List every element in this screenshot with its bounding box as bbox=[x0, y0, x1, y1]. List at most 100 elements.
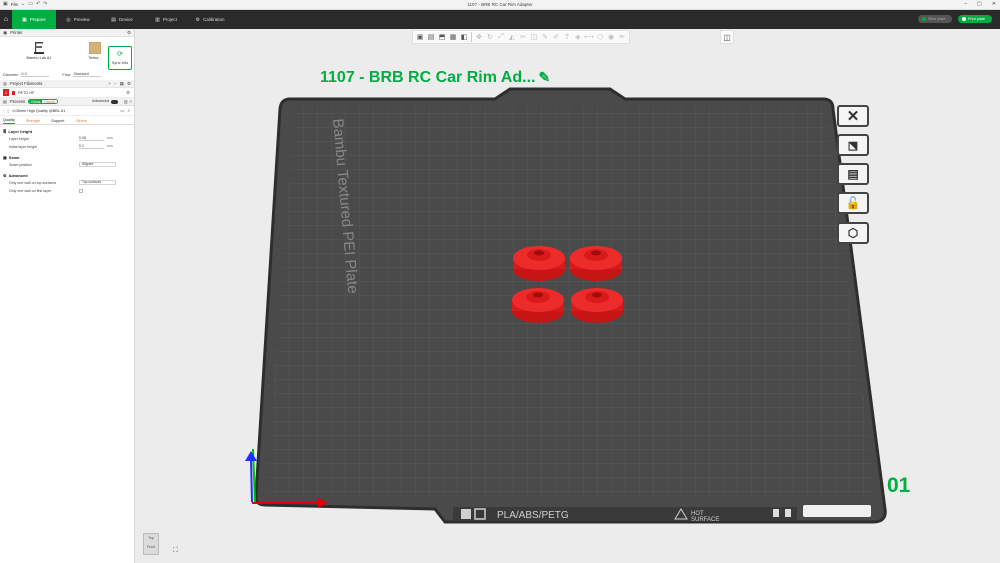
tab-project[interactable]: ▥ Project bbox=[144, 10, 188, 29]
printer-row: Bambu Lab A1 Textur... ⟳ Sync info bbox=[0, 37, 134, 70]
toggle-global[interactable]: Global bbox=[29, 100, 43, 103]
nozzle-diameter-select[interactable]: 0.4 bbox=[21, 72, 50, 77]
tab-others[interactable]: Others bbox=[76, 119, 87, 124]
maximize-icon[interactable]: ▢ bbox=[977, 1, 982, 7]
seam-position-select[interactable]: Aligned bbox=[79, 162, 116, 167]
auto-orient-plate-button[interactable]: ⬔ bbox=[837, 134, 869, 156]
variable-layer-icon[interactable]: ◫ bbox=[720, 30, 734, 44]
build-plate-scene[interactable]: Bambu Textured PEI Plate PLA/ABS/PETG HO… bbox=[135, 29, 1000, 563]
process-preset-select[interactable]: 0.08mm High Quality @BBL A1 bbox=[12, 109, 65, 113]
tab-preview[interactable]: ◎ Preview bbox=[56, 10, 100, 29]
delete-plate-button[interactable]: ✕ bbox=[837, 105, 869, 127]
tab-label: Device bbox=[118, 17, 133, 22]
lay-on-face-icon[interactable]: ◭ bbox=[507, 32, 517, 42]
brush-icon[interactable]: ✏ bbox=[617, 32, 627, 42]
z-axis-line bbox=[250, 458, 253, 503]
support-paint-icon[interactable]: ✎ bbox=[540, 32, 550, 42]
process-list-icon[interactable]: ≡ bbox=[130, 99, 132, 104]
edit-pencil-icon[interactable]: ✎ bbox=[538, 69, 550, 85]
rim-adapter-3[interactable] bbox=[512, 288, 564, 323]
compare-icon[interactable]: ▥ bbox=[124, 99, 128, 104]
view-cube-front[interactable]: Front bbox=[144, 545, 158, 549]
printer-section-header: ▣ Printer ⚙ bbox=[0, 29, 134, 37]
move-icon[interactable]: ✥ bbox=[474, 32, 484, 42]
plate-type-select[interactable]: Textur... bbox=[82, 40, 108, 66]
filament-item[interactable]: 1 PETG HF ⚙ bbox=[0, 88, 134, 98]
printer-select[interactable]: Bambu Lab A1 bbox=[26, 40, 52, 66]
one-wall-top-select[interactable]: Top surfaces bbox=[79, 180, 116, 185]
color-paint-icon[interactable]: ◉ bbox=[606, 32, 616, 42]
printer-icon: ▣ bbox=[3, 29, 8, 35]
text-icon[interactable]: T bbox=[562, 32, 572, 42]
seam-paint-icon[interactable]: ✐ bbox=[551, 32, 561, 42]
group-layer-height: ≣ Layer height bbox=[0, 127, 134, 135]
measure-icon[interactable]: ⟷ bbox=[584, 32, 594, 42]
zoom-to-fit-icon[interactable]: ⛶ bbox=[173, 547, 178, 555]
group-title: Advanced bbox=[8, 172, 28, 178]
print-plate-button[interactable]: Print plate bbox=[958, 15, 992, 23]
flow-select[interactable]: Standard bbox=[73, 72, 102, 77]
option-unit: mm bbox=[107, 144, 113, 148]
initial-layer-height-input[interactable]: 0.2 bbox=[79, 144, 104, 149]
save-preset-icon[interactable]: ▭ bbox=[120, 108, 124, 114]
plate-name[interactable]: 1107 - BRB RC Car Rim Ad... ✎ bbox=[320, 69, 550, 87]
orient-icon[interactable]: ⬒ bbox=[437, 32, 447, 42]
remove-filament-icon[interactable]: − bbox=[114, 81, 117, 87]
bed-materials-label: PLA/ABS/PETG bbox=[497, 510, 569, 521]
search-icon[interactable]: ⌕ bbox=[127, 108, 130, 114]
advanced-switch[interactable] bbox=[111, 100, 118, 104]
3d-viewport[interactable]: Bambu Textured PEI Plate PLA/ABS/PETG HO… bbox=[135, 29, 1000, 563]
rotate-icon[interactable]: ↻ bbox=[485, 32, 495, 42]
plate-settings-button[interactable]: ⬡ bbox=[837, 222, 869, 244]
add-plate-icon[interactable]: ▤ bbox=[426, 32, 436, 42]
tab-quality[interactable]: Quality bbox=[3, 118, 15, 124]
global-objects-toggle[interactable]: Global Objects bbox=[28, 99, 59, 104]
tab-device[interactable]: ▤ Device bbox=[100, 10, 144, 29]
option-one-wall-first-layer: Only one wall on first layer bbox=[0, 187, 134, 195]
window-title: 1107 - BRB RC Car Rim Adapter bbox=[467, 2, 533, 7]
arrange-icon[interactable]: ▦ bbox=[448, 32, 458, 42]
slice-plate-button[interactable]: Slice plate bbox=[918, 15, 952, 23]
filament-group-icon[interactable]: ▦ bbox=[120, 81, 124, 87]
rim-adapter-1[interactable] bbox=[513, 246, 565, 281]
process-preset-row: ‹ ▯ 0.08mm High Quality @BBL A1 ▭ ⌕ bbox=[0, 106, 134, 116]
filament-edit-icon[interactable]: ⚙ bbox=[126, 90, 130, 96]
preset-doc-icon: ▯ bbox=[7, 109, 10, 113]
one-wall-first-layer-checkbox[interactable] bbox=[79, 189, 83, 193]
cut-icon[interactable]: ✂ bbox=[518, 32, 528, 42]
add-filament-icon[interactable]: + bbox=[108, 81, 111, 87]
assembly-icon[interactable]: ⬡ bbox=[595, 32, 605, 42]
preset-prev-icon[interactable]: ‹ bbox=[3, 109, 4, 113]
rim-adapter-4[interactable] bbox=[571, 288, 623, 323]
arrange-plate-button[interactable]: ▤ bbox=[837, 163, 869, 185]
process-section-header: ▤ Process Global Objects Advanced ▥ ≡ bbox=[0, 98, 134, 106]
split-icon[interactable]: ◧ bbox=[459, 32, 469, 42]
scale-icon[interactable]: ⤢ bbox=[496, 32, 506, 42]
tab-prepare[interactable]: ▦ Prepare bbox=[12, 10, 56, 29]
filament-settings-icon[interactable]: ⚙ bbox=[127, 81, 131, 87]
tab-label: Preview bbox=[73, 17, 90, 22]
printer-settings-icon[interactable]: ⚙ bbox=[127, 30, 131, 36]
add-object-icon[interactable]: ▣ bbox=[415, 32, 425, 42]
layer-height-input[interactable]: 0.08 bbox=[79, 136, 104, 141]
title-bar: ▣ File ⌄ ▭ ↶ ↷ 1107 - BRB RC Car Rim Ada… bbox=[0, 0, 1000, 10]
close-icon[interactable]: ✕ bbox=[992, 1, 996, 7]
view-cube[interactable]: Top Front bbox=[143, 533, 159, 555]
home-icon[interactable]: ⌂ bbox=[0, 10, 12, 29]
seam-icon: ▣ bbox=[3, 154, 7, 160]
textured-plate-icon bbox=[89, 42, 101, 54]
printer-thumbnail-icon bbox=[33, 42, 45, 54]
minimize-icon[interactable]: – bbox=[964, 1, 967, 7]
tab-calibration[interactable]: ⚙ Calibration bbox=[188, 10, 232, 29]
toggle-objects[interactable]: Objects bbox=[42, 100, 58, 103]
lock-plate-button[interactable]: 🔓 bbox=[837, 192, 869, 214]
view-cube-top[interactable]: Top bbox=[144, 536, 158, 540]
mesh-boolean-icon[interactable]: ◫ bbox=[529, 32, 539, 42]
device-icon: ▤ bbox=[111, 16, 116, 23]
svg-icon[interactable]: ◈ bbox=[573, 32, 583, 42]
tab-support[interactable]: Support bbox=[51, 119, 64, 124]
sync-info-button[interactable]: ⟳ Sync info bbox=[108, 46, 132, 70]
tab-strength[interactable]: Strength bbox=[26, 119, 40, 124]
rim-adapter-2[interactable] bbox=[570, 246, 622, 281]
filament-color-swatch[interactable] bbox=[12, 90, 15, 95]
